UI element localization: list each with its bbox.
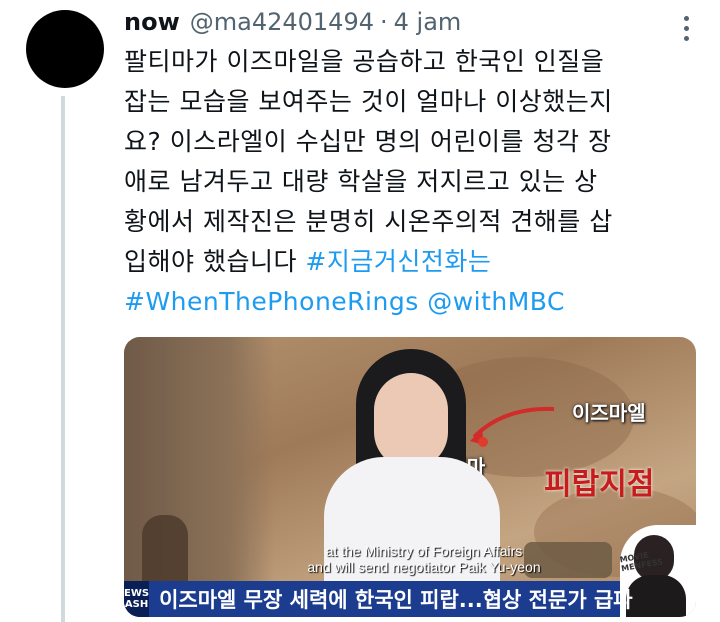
map-label-ismail: 이즈마엘: [572, 401, 646, 425]
map-label-site: 피랍지점: [544, 467, 655, 502]
news-flash-tag-line: ASH: [124, 599, 149, 610]
tweet-text-line: 잡는 모습을 보여주는 것이 얼마나 이상했는지: [124, 87, 613, 116]
tweet-text-line: 황에서 제작진은 분명히 시온주의적 견해를 삽: [124, 207, 613, 236]
news-flash-tag: EWS ASH: [124, 581, 150, 617]
news-ticker: EWS ASH 이즈마엘 무장 세력에 한국인 피랍...협상 전문가 급파: [124, 581, 633, 617]
ticker-headline: 이즈마엘 무장 세력에 한국인 피랍...협상 전문가 급파: [159, 588, 633, 612]
map-marker: [478, 437, 488, 447]
avatar[interactable]: [26, 10, 104, 88]
subtitle-line: at the Ministry of Foreign Affairs: [325, 543, 523, 559]
subtitle-line: and will send negotiator Paik Yu-yeon: [307, 559, 541, 575]
tweet-text-fragment: 입해야 했습니다: [124, 247, 306, 276]
mention-link[interactable]: @withMBC: [427, 287, 565, 316]
news-anchor-face: [374, 373, 448, 469]
more-options-icon[interactable]: [682, 16, 690, 41]
separator-dot: ·: [380, 8, 388, 36]
soldier-figure: [142, 515, 188, 585]
timestamp[interactable]: 4 jam: [394, 8, 462, 36]
tweet-header: now @ma42401494 · 4 jam: [124, 8, 680, 44]
interpreter-body: [626, 575, 686, 617]
hashtag-link[interactable]: #WhenThePhoneRings: [124, 287, 419, 316]
tweet-links-line: #WhenThePhoneRings @withMBC: [124, 282, 704, 322]
video-subtitle: at the Ministry of Foreign Affairs and w…: [274, 543, 574, 575]
news-flash-tag-line: EWS: [124, 588, 150, 599]
tweet-text-line-last: 입해야 했습니다 #지금거신전화는: [124, 242, 704, 282]
tweet-media-image[interactable]: 이즈마엘 팔티마 피랍지점 at the Ministry of Foreign…: [124, 337, 696, 617]
tweet-text-line: 애로 남겨두고 대량 학살을 저지르고 있는 상: [124, 167, 598, 196]
thread-connector-line: [61, 96, 65, 622]
tweet-text-line: 요? 이스라엘이 수십만 명의 어린이를 청각 장: [124, 127, 612, 156]
tweet-text: 팔티마가 이즈마일을 공습하고 한국인 인질을 잡는 모습을 보여주는 것이 얼…: [124, 42, 704, 322]
author-name[interactable]: now: [124, 8, 180, 36]
author-handle[interactable]: @ma42401494: [190, 8, 374, 36]
hashtag-link[interactable]: #지금거신전화는: [305, 247, 491, 276]
tweet-text-line: 팔티마가 이즈마일을 공습하고 한국인 인질을: [124, 47, 605, 76]
